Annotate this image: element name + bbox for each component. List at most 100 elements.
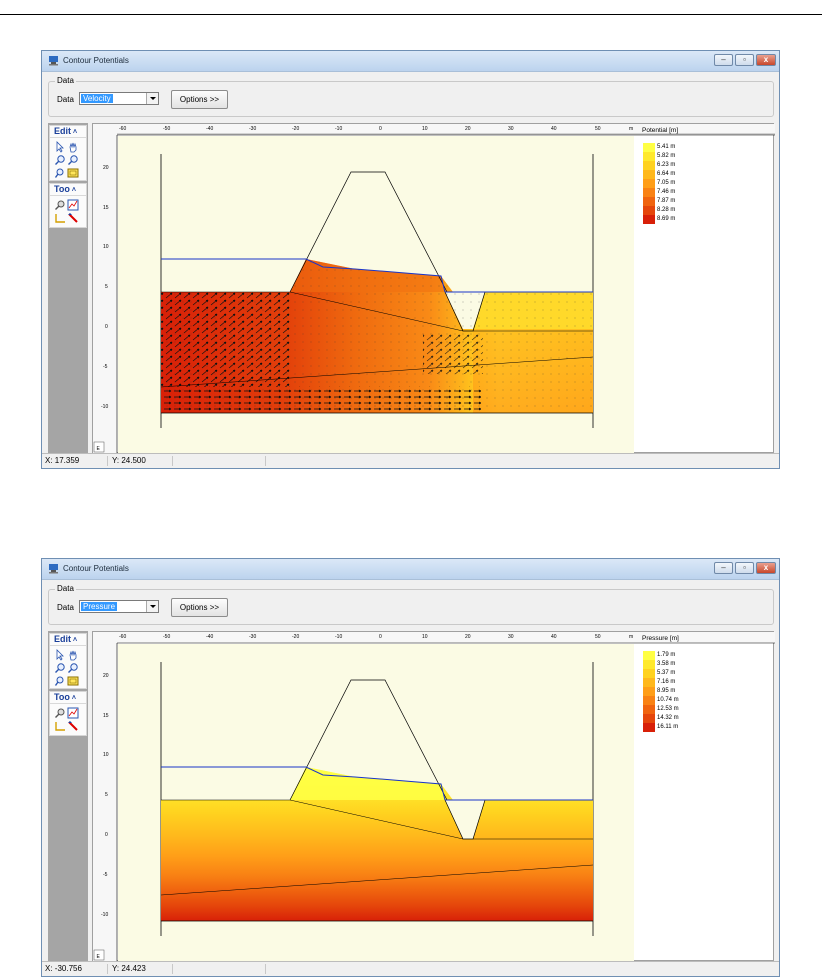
ruler-label: -50	[163, 126, 170, 132]
measure-icon[interactable]	[54, 212, 66, 224]
status-y-coordinate: Y: 24.500	[109, 456, 173, 466]
probe-icon[interactable]	[54, 707, 66, 719]
data-select[interactable]: Pressure	[79, 600, 159, 613]
toolbox: Edit ˄ Too ˄	[48, 631, 88, 961]
ruler-label: -60	[119, 634, 126, 640]
zoom-extents-icon[interactable]	[67, 167, 79, 179]
tools-panel-header[interactable]: Too ˄	[50, 184, 86, 196]
tools-panel-header[interactable]: Too ˄	[50, 692, 86, 704]
ruler-label: 10	[103, 752, 109, 758]
chevron-down-icon[interactable]	[146, 93, 158, 104]
ruler-label: -30	[249, 634, 256, 640]
minimize-button[interactable]: –	[714, 54, 733, 66]
pointer-icon[interactable]	[54, 141, 66, 153]
ruler-label: 30	[508, 126, 514, 132]
zoom-in-icon[interactable]	[54, 662, 66, 674]
ruler-label: -40	[206, 126, 213, 132]
legend-item: 6.64 m	[643, 170, 723, 179]
ruler-label: -10	[101, 404, 108, 410]
section-line-icon[interactable]	[67, 212, 79, 224]
ruler-label: 50	[595, 634, 601, 640]
ruler-label: -40	[206, 634, 213, 640]
zoom-window-icon[interactable]	[54, 167, 66, 179]
options-button[interactable]: Options >>	[171, 598, 228, 617]
ruler-label: 5	[105, 792, 108, 798]
options-button[interactable]: Options >>	[171, 90, 228, 109]
title-bar[interactable]: Contour Potentials – ▫ x	[42, 51, 779, 72]
app-icon	[49, 56, 58, 66]
status-panel	[174, 964, 266, 974]
zoom-extents-icon[interactable]	[67, 675, 79, 687]
legend-item: 8.28 m	[643, 206, 723, 215]
window-title: Contour Potentials	[63, 564, 129, 573]
edit-panel-header[interactable]: Edit ˄	[50, 634, 86, 646]
ruler-label: m	[629, 126, 633, 132]
pointer-icon[interactable]	[54, 649, 66, 661]
edit-panel: Edit ˄	[49, 125, 87, 181]
ruler-label: -5	[103, 364, 108, 370]
legend-item: 7.16 m	[643, 678, 723, 687]
ruler-label: 40	[551, 634, 557, 640]
status-bar: X: 17.359 Y: 24.500	[42, 453, 779, 468]
tools-panel: Too ˄	[49, 183, 87, 228]
data-group-label: Data	[55, 584, 76, 593]
legend-item: 1.79 m	[643, 651, 723, 660]
chevron-down-icon[interactable]	[146, 601, 158, 612]
probe-icon[interactable]	[54, 199, 66, 211]
close-button[interactable]: x	[756, 562, 776, 574]
status-y-coordinate: Y: 24.423	[109, 964, 173, 974]
section-line-icon[interactable]	[67, 720, 79, 732]
maximize-button[interactable]: ▫	[735, 562, 754, 574]
zoom-in-icon[interactable]	[54, 154, 66, 166]
collapse-icon[interactable]: ˄	[72, 187, 76, 194]
legend-item: 7.05 m	[643, 179, 723, 188]
status-bar: X: -30.756 Y: 24.423	[42, 961, 779, 976]
data-select-value: Velocity	[81, 94, 113, 103]
zoom-out-icon[interactable]	[67, 154, 79, 166]
legend-item: 7.87 m	[643, 197, 723, 206]
toolbox: Edit ˄ Too ˄	[48, 123, 88, 453]
legend-title: Pressure [m]	[642, 635, 679, 642]
maximize-button[interactable]: ▫	[735, 54, 754, 66]
pan-hand-icon[interactable]	[67, 649, 79, 661]
ruler-label: 30	[508, 634, 514, 640]
data-select[interactable]: Velocity	[79, 92, 159, 105]
collapse-icon[interactable]: ˄	[73, 637, 77, 644]
chart-icon[interactable]	[67, 707, 79, 719]
zoom-window-icon[interactable]	[54, 675, 66, 687]
ruler-label: m	[629, 634, 633, 640]
edit-panel-header[interactable]: Edit ˄	[50, 126, 86, 138]
collapse-icon[interactable]: ˄	[73, 129, 77, 136]
legend: Potential [m]	[642, 127, 678, 134]
collapse-icon[interactable]: ˄	[72, 695, 76, 702]
minimize-button[interactable]: –	[714, 562, 733, 574]
tools-panel-title: Too	[54, 692, 70, 702]
legend-item: 6.23 m	[643, 161, 723, 170]
measure-icon[interactable]	[54, 720, 66, 732]
pan-hand-icon[interactable]	[67, 141, 79, 153]
legend-title: Potential [m]	[642, 127, 679, 134]
legend-item: 10.74 m	[643, 696, 723, 705]
legend-item: 8.69 m	[643, 215, 723, 224]
ruler-label: 20	[103, 673, 109, 679]
ruler-label: 20	[103, 165, 109, 171]
legend-item: 12.53 m	[643, 705, 723, 714]
ruler-label: -30	[249, 126, 256, 132]
close-button[interactable]: x	[756, 54, 776, 66]
chart-icon[interactable]	[67, 199, 79, 211]
status-panel	[267, 964, 387, 974]
status-x-coordinate: X: -30.756	[42, 964, 108, 974]
data-group: Data Data Pressure Options >>	[48, 584, 774, 625]
legend-item: 16.11 m	[643, 723, 723, 732]
ruler-label: 0	[379, 126, 382, 132]
ruler-label: -10	[335, 126, 342, 132]
status-panel	[174, 456, 266, 466]
title-bar[interactable]: Contour Potentials – ▫ x	[42, 559, 779, 580]
ruler-label: 40	[551, 126, 557, 132]
data-group-label: Data	[55, 76, 76, 85]
zoom-out-icon[interactable]	[67, 662, 79, 674]
velocity-vectors-bottom	[161, 386, 481, 413]
data-group: Data Data Velocity Options >>	[48, 76, 774, 117]
edit-panel: Edit ˄	[49, 633, 87, 689]
ruler-label: -60	[119, 126, 126, 132]
